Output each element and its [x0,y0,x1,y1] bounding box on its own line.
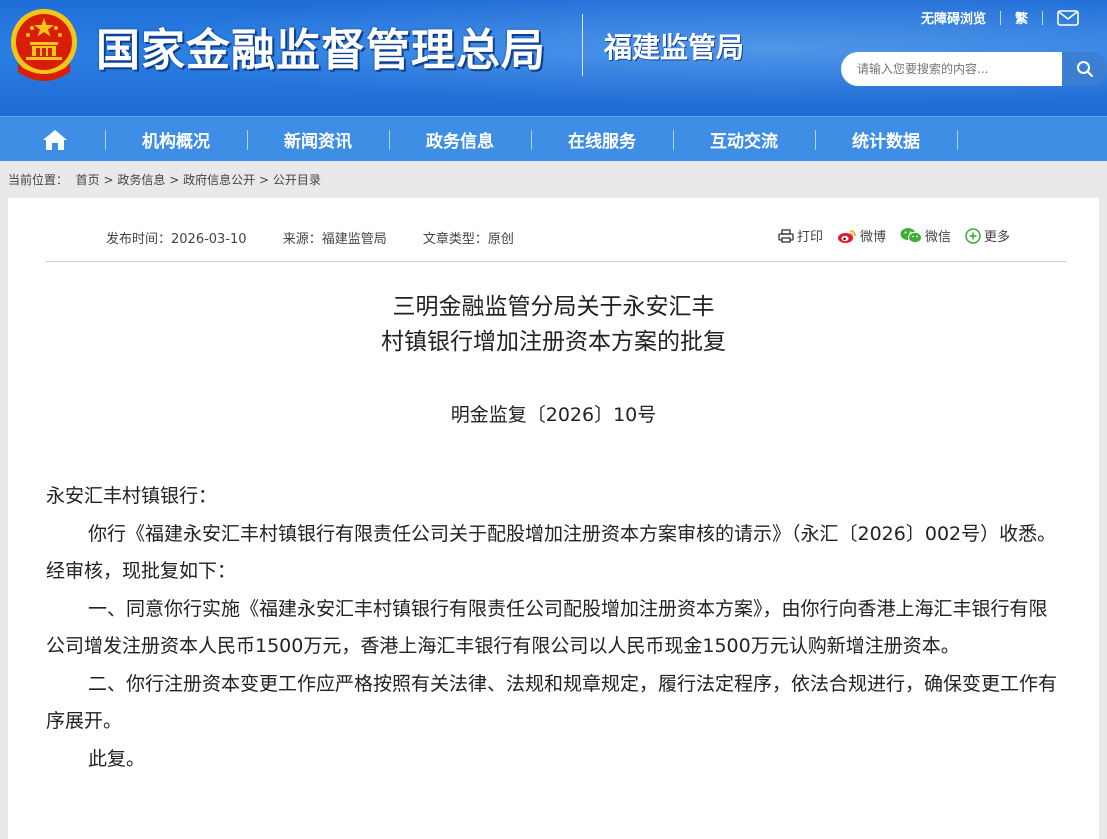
article-type: 文章类型：原创 [422,232,514,247]
article-paragraph: 你行《福建永安汇丰村镇银行有限责任公司关于配股增加注册资本方案审核的请示》（永汇… [46,522,1057,583]
article-source: 来源：福建监管局 [282,232,387,247]
breadcrumb-item-catalog[interactable]: 公开目录 [273,173,321,187]
article-body: 永安汇丰村镇银行： 你行《福建永安汇丰村镇银行有限责任公司关于配股增加注册资本方… [46,478,1066,778]
breadcrumb: 当前位置： 首页 > 政务信息 > 政府信息公开 > 公开目录 [8,171,321,188]
search-input[interactable] [841,52,1051,86]
document-number: 明金监复〔2026〕10号 [450,404,657,426]
article-closing: 此复。 [88,747,146,770]
article-title-line2: 村镇银行增加注册资本方案的批复 [381,329,726,355]
mail-icon[interactable] [1057,9,1079,26]
article-title: 三明金融监管分局关于永安汇丰 村镇银行增加注册资本方案的批复 [0,290,1107,360]
nav-item-online-service[interactable]: 在线服务 [531,117,673,162]
nav-home[interactable] [30,117,80,162]
weibo-label: 微博 [860,230,887,245]
search-box [841,52,1063,86]
national-emblem-icon[interactable] [8,6,80,84]
meta-divider [46,261,1066,262]
breadcrumb-separator: > [103,173,114,187]
article-salutation: 永安汇丰村镇银行： [46,485,218,507]
search-icon [1076,61,1093,78]
wechat-label: 微信 [925,230,952,245]
nav-item-interaction[interactable]: 互动交流 [673,117,815,162]
nav-item-statistics[interactable]: 统计数据 [815,117,957,162]
accessibility-link[interactable]: 无障碍浏览 [921,8,986,27]
print-button[interactable]: 打印 [778,226,823,245]
article-meta: 发布时间：2026-03-10 来源：福建监管局 文章类型：原创 [106,228,546,247]
site-header: 国家金融监督管理总局 福建监管局 无障碍浏览 繁 [0,0,1107,116]
traditional-chinese-link[interactable]: 繁 [1015,8,1028,27]
breadcrumb-label: 当前位置： [8,173,69,187]
article-paragraph: 二、你行注册资本变更工作应严格按照有关法律、法规和规章规定，履行法定程序，依法合… [46,672,1058,733]
article-title-line1: 三明金融监管分局关于永安汇丰 [392,294,715,320]
search-button[interactable] [1062,52,1107,86]
breadcrumb-item-disclosure[interactable]: 政府信息公开 [183,173,255,187]
nav-item-institution[interactable]: 机构概况 [105,117,247,162]
share-bar: 打印 微博 微信 更多 [778,226,1010,245]
weibo-icon [838,229,856,243]
article-paragraph: 一、同意你行实施《福建永安汇丰村镇银行有限责任公司配股增加注册资本方案》，由你行… [46,597,1048,658]
sub-site-name[interactable]: 福建监管局 [604,26,744,66]
site-name[interactable]: 国家金融监督管理总局 [96,14,546,78]
header-divider [582,14,583,76]
breadcrumb-separator: > [169,173,180,187]
link-separator [1042,10,1043,25]
breadcrumb-item-gov-info[interactable]: 政务信息 [117,173,165,187]
breadcrumb-separator: > [258,173,270,187]
weibo-share-button[interactable]: 微博 [837,226,886,245]
wechat-icon [900,228,923,244]
breadcrumb-item-home[interactable]: 首页 [76,173,100,187]
link-separator [999,10,1001,25]
wechat-share-button[interactable]: 微信 [900,226,951,245]
nav-separator [957,130,958,150]
print-label: 打印 [797,230,824,245]
plus-circle-icon [965,227,981,244]
home-icon [43,129,67,150]
nav-item-government-info[interactable]: 政务信息 [389,117,531,162]
top-links: 无障碍浏览 繁 [921,8,1079,27]
more-label: 更多 [984,230,1011,245]
publish-date: 发布时间：2026-03-10 [106,232,247,247]
more-share-button[interactable]: 更多 [965,226,1010,245]
nav-item-news[interactable]: 新闻资讯 [247,117,389,162]
main-nav: 机构概况 新闻资讯 政务信息 在线服务 互动交流 统计数据 [0,116,1107,161]
printer-icon [778,228,794,243]
